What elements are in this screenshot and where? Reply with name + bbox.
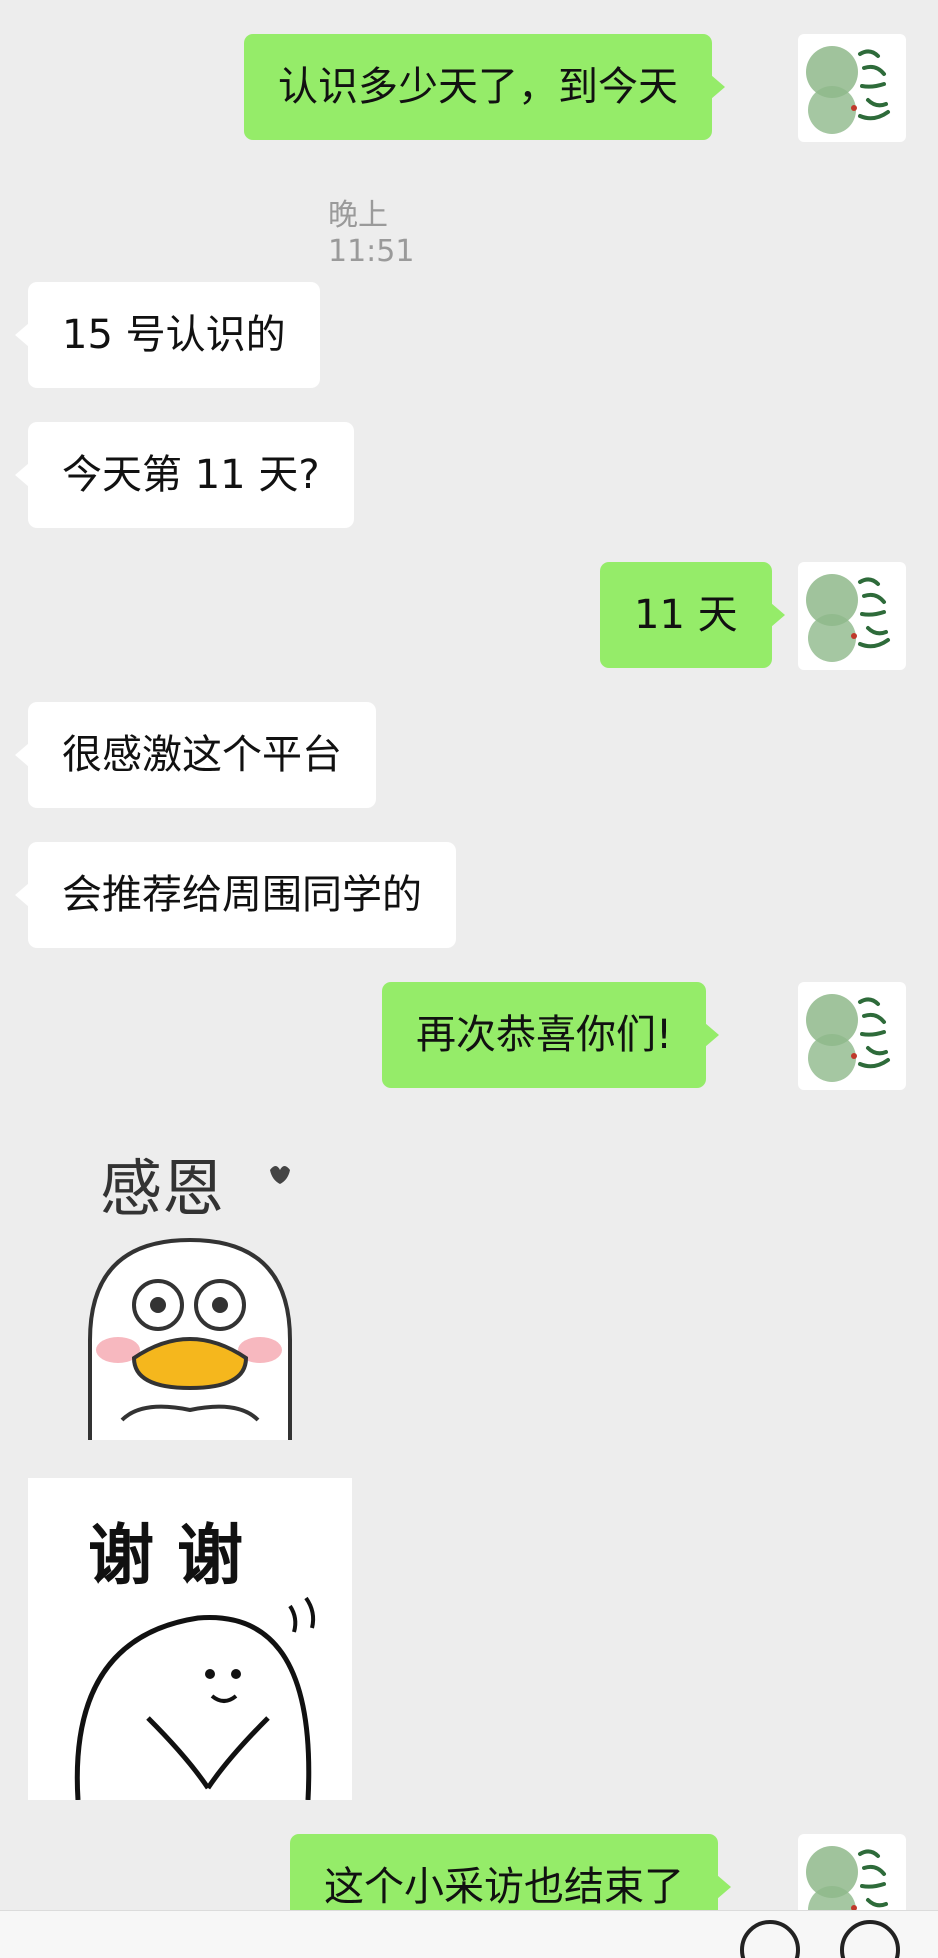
incoming-message-bubble[interactable]: 很感激这个平台 xyxy=(15,702,376,808)
outgoing-message-bubble[interactable]: 11 天 xyxy=(600,562,785,668)
avatar[interactable] xyxy=(798,34,906,142)
avatar-logo-icon xyxy=(806,994,890,1082)
avatar[interactable] xyxy=(798,982,906,1090)
incoming-message-bubble[interactable]: 今天第 11 天? xyxy=(15,422,354,528)
blob-sticker-icon: 谢 谢 xyxy=(74,1517,316,1800)
avatar[interactable] xyxy=(798,562,906,670)
outgoing-message-bubble[interactable]: 认识多少天了，到今天 xyxy=(244,34,725,140)
incoming-message-bubble[interactable]: 会推荐给周围同学的 xyxy=(15,842,456,948)
avatar-logo-icon xyxy=(806,46,890,134)
sticker-text-xiexie: 谢 谢 xyxy=(88,1517,243,1594)
incoming-message-bubble[interactable]: 15 号认识的 xyxy=(15,282,320,388)
sticker-thank-you[interactable]: 谢 谢 xyxy=(28,1478,352,1800)
sticker-duck-thanks[interactable]: 感恩 xyxy=(60,1120,310,1450)
outgoing-message-bubble[interactable]: 再次恭喜你们! xyxy=(382,982,720,1088)
duck-sticker-icon: 感恩 xyxy=(88,1152,292,1440)
avatar-logo-icon xyxy=(806,574,890,662)
message-timestamp: 晚上11:51 xyxy=(328,198,415,269)
sticker-text-ganen: 感恩 xyxy=(100,1152,224,1225)
